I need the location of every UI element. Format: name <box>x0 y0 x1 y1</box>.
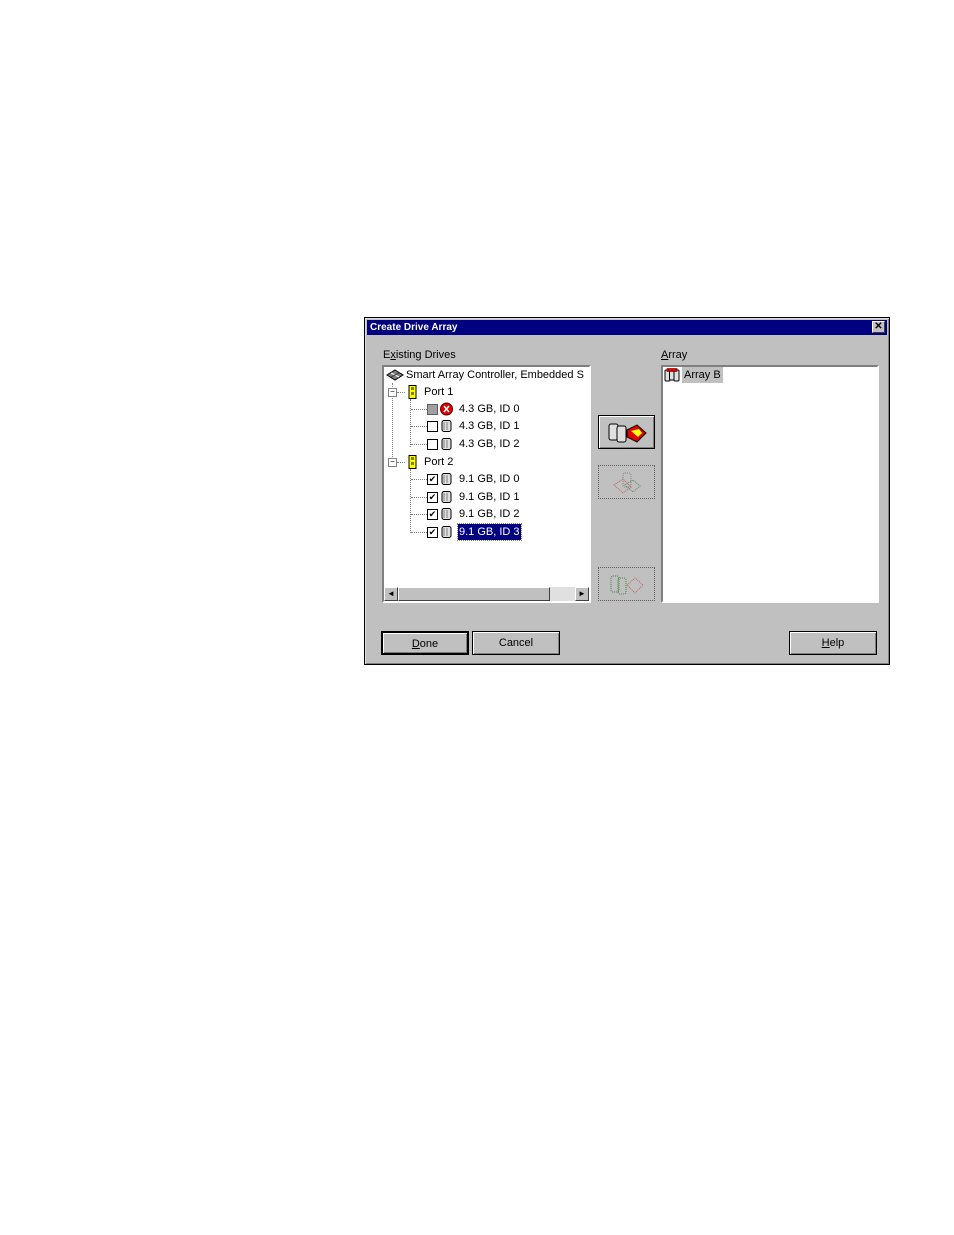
drive-checkbox[interactable] <box>427 439 438 450</box>
add-drive-to-array-button[interactable] <box>598 415 655 449</box>
hard-drive-icon <box>441 491 452 503</box>
scroll-thumb[interactable] <box>398 587 550 601</box>
drive-checkbox[interactable]: ✔ <box>427 492 438 503</box>
drive-label: 4.3 GB, ID 2 <box>459 438 520 450</box>
hard-drive-icon <box>441 420 452 432</box>
drive-label: 9.1 GB, ID 0 <box>459 473 520 485</box>
array-label: Array <box>661 349 688 361</box>
drive-checkbox[interactable]: ✔ <box>427 527 438 538</box>
hard-drive-icon <box>441 526 452 538</box>
drive-label: 4.3 GB, ID 1 <box>459 420 520 432</box>
collapse-icon[interactable]: − <box>388 388 397 397</box>
failed-drive-icon <box>440 402 453 416</box>
array-list[interactable]: Array B <box>661 365 879 603</box>
port-connector-icon <box>408 385 417 399</box>
hard-drive-icon <box>441 473 452 485</box>
port-label: Port 2 <box>424 456 454 468</box>
help-button[interactable]: Help <box>789 631 877 655</box>
controller-label: Smart Array Controller, Embedded S <box>406 369 584 381</box>
array-item-label: Array B <box>682 367 723 383</box>
existing-drives-tree[interactable]: Smart Array Controller, Embedded S − Por… <box>382 365 591 603</box>
existing-drives-label: Existing Drives <box>383 349 456 361</box>
add-drive-to-array-icon <box>608 423 647 443</box>
drive-checkbox[interactable] <box>427 421 438 432</box>
drive-checkbox[interactable] <box>427 404 438 415</box>
tree-line <box>410 399 411 447</box>
dialog-title: Create Drive Array <box>370 322 458 333</box>
scroll-left-icon[interactable]: ◄ <box>384 587 398 601</box>
collapse-icon[interactable]: − <box>388 458 397 467</box>
drive-label: 4.3 GB, ID 0 <box>459 403 520 415</box>
drive-label: 9.1 GB, ID 3 <box>457 523 522 541</box>
cancel-button[interactable]: Cancel <box>472 631 560 655</box>
done-button[interactable]: Done <box>381 631 469 655</box>
remove-drive-button[interactable] <box>598 465 655 499</box>
hard-drive-icon <box>441 438 452 450</box>
drive-label: 9.1 GB, ID 1 <box>459 491 520 503</box>
remove-drive-icon <box>613 472 641 494</box>
spare-drive-icon <box>610 575 644 595</box>
drive-checkbox[interactable]: ✔ <box>427 509 438 520</box>
drive-checkbox[interactable]: ✔ <box>427 474 438 485</box>
create-drive-array-dialog: Create Drive Array ✕ Existing Drives Arr… <box>364 317 890 665</box>
drive-label: 9.1 GB, ID 2 <box>459 508 520 520</box>
array-icon <box>664 368 680 382</box>
horizontal-scrollbar[interactable]: ◄ ► <box>384 587 589 601</box>
spare-drive-button[interactable] <box>598 567 655 601</box>
title-bar: Create Drive Array ✕ <box>367 320 887 335</box>
port-label: Port 1 <box>424 386 454 398</box>
close-icon[interactable]: ✕ <box>872 321 885 333</box>
controller-chip-icon <box>386 369 404 381</box>
hard-drive-icon <box>441 508 452 520</box>
scroll-right-icon[interactable]: ► <box>575 587 589 601</box>
port-connector-icon <box>408 455 417 469</box>
